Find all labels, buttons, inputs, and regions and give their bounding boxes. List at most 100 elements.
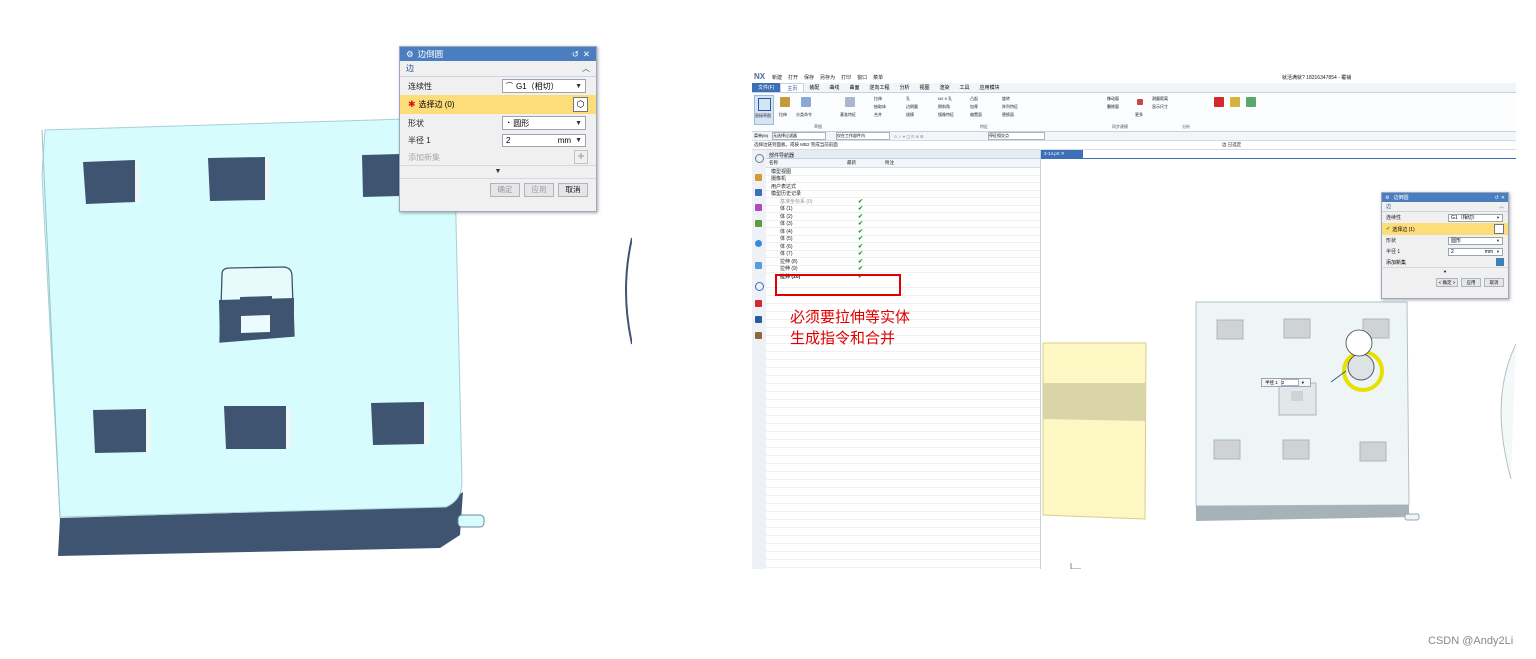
- cmd-nx5-hole[interactable]: NX 5 孔: [938, 96, 970, 102]
- type-filter-select[interactable]: 无选择过滤器: [772, 132, 826, 140]
- tab-home[interactable]: 主页: [780, 83, 805, 92]
- continuity-select[interactable]: G1（相切） ▼: [1448, 213, 1503, 222]
- scope-select[interactable]: 仅在工作部件内: [836, 132, 890, 140]
- col-notes[interactable]: 附注: [885, 160, 925, 166]
- cmd-delete-face[interactable]: 删除面: [1107, 104, 1157, 110]
- reuse-library-icon[interactable]: [755, 220, 762, 227]
- cmd-move-face[interactable]: 移动面: [1107, 96, 1157, 102]
- radius-input[interactable]: 2 mm ▼: [1448, 247, 1503, 256]
- add-set-icon[interactable]: [1496, 258, 1504, 266]
- cmd-extrude[interactable]: 拉伸: [874, 96, 906, 102]
- cmd-hole[interactable]: 孔: [906, 96, 938, 102]
- cmd-unite[interactable]: 合并: [874, 112, 906, 118]
- tab-render[interactable]: 渲染: [935, 83, 955, 92]
- cmd-measure-distance[interactable]: 测量距离: [1152, 96, 1212, 102]
- ok-button[interactable]: < 确定 >: [1436, 278, 1458, 287]
- reset-icon[interactable]: ↺: [1495, 195, 1499, 201]
- expand-more-bar[interactable]: ▼: [400, 165, 596, 179]
- chevron-up-icon[interactable]: ︿: [582, 63, 590, 74]
- tab-curve[interactable]: 曲线: [824, 83, 844, 92]
- apply-button[interactable]: 应用: [524, 183, 554, 197]
- left-3d-viewport[interactable]: ⚙ 边倒圆 ↺ ✕ 边 ︿ 连续性 ⌒ G1（相切） ▼ ✱ 选择边 (0) ⬡…: [0, 0, 632, 659]
- cmd-mirror[interactable]: 镜像特征: [938, 112, 970, 118]
- extrude-button[interactable]: 拉伸: [778, 95, 792, 123]
- close-icon[interactable]: ✕: [583, 49, 590, 60]
- quick-window[interactable]: 窗口: [857, 74, 867, 81]
- cmd-replace-face[interactable]: 替换面: [1002, 112, 1034, 118]
- quick-open[interactable]: 打开: [788, 74, 798, 81]
- cmd-draft[interactable]: 拔模: [906, 112, 938, 118]
- process-studio-icon[interactable]: [755, 316, 762, 323]
- part-file-tab[interactable]: 2-14.prt ✕: [1041, 150, 1083, 158]
- col-latest[interactable]: 最新: [847, 160, 885, 166]
- palette-icon[interactable]: [755, 262, 762, 269]
- snap-icons[interactable]: ⊙ ✓ ⌖ ◫ ⊡ ⊕ ⊞: [894, 134, 984, 139]
- more-button[interactable]: 更多: [1134, 97, 1148, 123]
- cancel-button[interactable]: 取消: [558, 183, 588, 197]
- web-browser-icon[interactable]: [755, 240, 762, 247]
- cmd-thicken[interactable]: 加厚: [970, 104, 1002, 110]
- render-icon[interactable]: [1230, 97, 1240, 107]
- col-name[interactable]: 名称: [766, 160, 847, 166]
- expand-more-bar[interactable]: ▼: [1382, 267, 1508, 276]
- constraint-navigator-icon[interactable]: [755, 189, 762, 196]
- edge-section-header[interactable]: 边 ︿: [400, 61, 596, 77]
- radius-input[interactable]: 2 mm ▼: [502, 134, 586, 147]
- tab-apps[interactable]: 应用模块: [975, 83, 1005, 92]
- tab-assembly[interactable]: 装配: [804, 83, 824, 92]
- tab-analysis[interactable]: 分析: [894, 83, 914, 92]
- gear-icon[interactable]: [755, 154, 764, 163]
- ok-button[interactable]: 确定: [490, 183, 520, 197]
- cube-select-icon[interactable]: ⬡: [573, 97, 588, 112]
- tab-surface[interactable]: 曲面: [844, 83, 864, 92]
- cmd-show-dimensions[interactable]: 显示尺寸: [1152, 104, 1212, 110]
- quick-print[interactable]: 打印: [841, 74, 851, 81]
- radius-popup-value[interactable]: 2: [1280, 379, 1299, 386]
- cancel-button[interactable]: 取消: [1484, 278, 1504, 287]
- snap-select[interactable]: 停征相交点: [988, 132, 1045, 140]
- radius-popup[interactable]: 半径 1 2 ▾: [1261, 378, 1311, 387]
- apply-button[interactable]: 应用: [1461, 278, 1481, 287]
- cmd-revolve[interactable]: 旋转: [1002, 96, 1034, 102]
- close-icon[interactable]: ✕: [1501, 195, 1505, 201]
- datum-button[interactable]: 基准特征: [840, 95, 862, 123]
- cmd-offset-face[interactable]: 偏置面: [970, 112, 1002, 118]
- shape-select[interactable]: ◔ 圆形 ▼: [502, 116, 586, 130]
- cmd-pattern[interactable]: 阵列特征: [1002, 104, 1034, 110]
- part-navigator-icon[interactable]: [755, 204, 762, 211]
- classify-button[interactable]: 分类命令: [796, 95, 818, 123]
- tab-reverse[interactable]: 逆向工程: [864, 83, 894, 92]
- select-edge-row[interactable]: ✔ 选择边 (1): [1382, 223, 1508, 235]
- quick-save[interactable]: 保存: [804, 74, 814, 81]
- assembly-navigator-icon[interactable]: [755, 174, 762, 181]
- select-edge-row[interactable]: ✱ 选择边 (0) ⬡: [400, 95, 596, 114]
- chevron-up-icon[interactable]: ︿: [1499, 203, 1504, 210]
- system-materials-icon[interactable]: [755, 300, 762, 307]
- sketch-button[interactable]: 直接草图: [754, 95, 774, 125]
- cube-select-icon[interactable]: [1494, 224, 1504, 234]
- history-icon[interactable]: [755, 282, 764, 291]
- quick-menu[interactable]: 菜单: [873, 74, 883, 81]
- cmd-emboss[interactable]: 凸起: [970, 96, 1002, 102]
- menu-button[interactable]: 菜单(M): [754, 133, 768, 139]
- cmd-chamfer[interactable]: 倒斜角: [938, 104, 970, 110]
- shape-select[interactable]: 圆形 ▼: [1448, 236, 1503, 245]
- roles-icon[interactable]: [755, 332, 762, 339]
- tab-tools[interactable]: 工具: [955, 83, 975, 92]
- tab-view[interactable]: 视图: [914, 83, 934, 92]
- cmd-extract-body[interactable]: 抽取体: [874, 104, 906, 110]
- cmd-edge-blend[interactable]: 边倒圆: [906, 104, 938, 110]
- flag-icon[interactable]: [1214, 97, 1224, 107]
- quick-save-as[interactable]: 另存为: [820, 74, 835, 81]
- note-line-1: 必须要拉伸等实体: [790, 309, 911, 326]
- reset-icon[interactable]: ↺: [572, 49, 579, 60]
- graphics-area[interactable]: 2-14.prt ✕ 半径 1 2 ▾ ⚙ 边倒圆 ↺ ✕ 边 ︿ 连续性 G1…: [1041, 150, 1516, 569]
- gear-icon[interactable]: ⚙: [1385, 195, 1389, 201]
- add-set-icon[interactable]: ✚: [574, 150, 588, 164]
- edge-section-header[interactable]: 边 ︿: [1382, 202, 1508, 212]
- quick-new[interactable]: 新建: [772, 74, 782, 81]
- appearance-icon[interactable]: [1246, 97, 1256, 107]
- continuity-select[interactable]: ⌒ G1（相切） ▼: [502, 79, 586, 93]
- tab-file[interactable]: 文件(F): [752, 83, 781, 92]
- gear-icon[interactable]: ⚙: [406, 49, 414, 60]
